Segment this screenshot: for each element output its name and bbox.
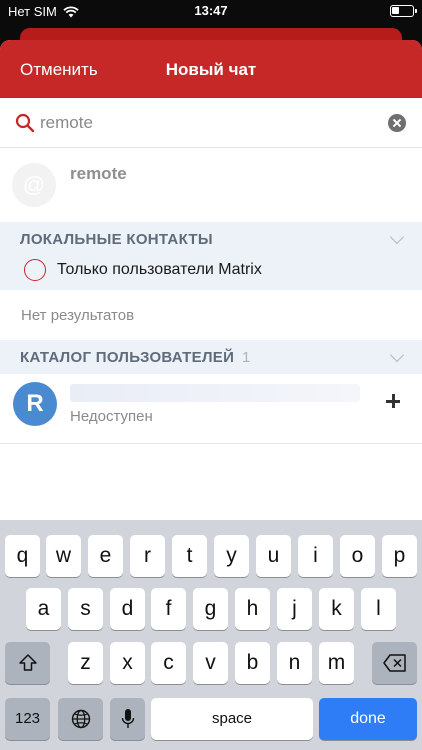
key-x[interactable]: x <box>110 642 145 684</box>
key-t[interactable]: t <box>172 535 207 577</box>
key-h[interactable]: h <box>235 588 270 630</box>
user-status: Недоступен <box>70 408 153 425</box>
new-chat-sheet: Отменить Новый чат remote @ remote ЛОКАЛ… <box>0 40 422 520</box>
matrix-users-filter[interactable]: Только пользователи Matrix <box>0 256 422 290</box>
key-m[interactable]: m <box>319 642 354 684</box>
key-d[interactable]: d <box>110 588 145 630</box>
chevron-down-icon <box>389 347 405 363</box>
key-u[interactable]: u <box>256 535 291 577</box>
key-i[interactable]: i <box>298 535 333 577</box>
suggestion-name: remote <box>70 164 127 183</box>
status-time: 13:47 <box>194 3 228 18</box>
filter-label: Только пользователи Matrix <box>57 261 262 278</box>
shift-icon <box>18 654 37 671</box>
key-r[interactable]: r <box>130 535 165 577</box>
radio-button[interactable] <box>24 259 46 281</box>
redacted-user-name <box>70 384 360 402</box>
page-title: Новый чат <box>165 60 257 79</box>
chevron-down-icon <box>389 229 405 245</box>
empty-state: Нет результатов <box>0 290 422 340</box>
key-e[interactable]: e <box>88 535 123 577</box>
keyboard-row-2: a s d f g h j k l <box>0 588 422 630</box>
status-bar: Нет SIM 13:47 <box>0 0 422 24</box>
globe-key[interactable] <box>58 698 103 740</box>
key-q[interactable]: q <box>5 535 40 577</box>
backspace-icon <box>382 654 406 672</box>
section-title: КАТАЛОГ ПОЛЬЗОВАТЕЛЕЙ <box>20 349 235 366</box>
key-j[interactable]: j <box>277 588 312 630</box>
key-a[interactable]: a <box>26 588 61 630</box>
done-key[interactable]: done <box>319 698 417 740</box>
space-key[interactable]: space <box>151 698 313 740</box>
globe-icon <box>71 709 90 729</box>
key-b[interactable]: b <box>235 642 270 684</box>
search-input[interactable]: remote <box>40 113 93 133</box>
numbers-key[interactable]: 123 <box>5 698 50 740</box>
section-title: ЛОКАЛЬНЫЕ КОНТАКТЫ <box>20 231 213 248</box>
key-k[interactable]: k <box>319 588 354 630</box>
microphone-icon <box>121 709 134 728</box>
key-o[interactable]: o <box>340 535 375 577</box>
key-c[interactable]: c <box>151 642 186 684</box>
key-f[interactable]: f <box>151 588 186 630</box>
key-l[interactable]: l <box>361 588 396 630</box>
backspace-key[interactable] <box>372 642 417 684</box>
key-w[interactable]: w <box>46 535 81 577</box>
directory-user-row[interactable]: R Недоступен <box>0 374 422 444</box>
section-count: 1 <box>242 349 251 366</box>
key-n[interactable]: n <box>277 642 312 684</box>
keyboard-row-1: q w e r t y u i o p <box>0 535 422 577</box>
matrix-id-suggestion[interactable]: @ remote <box>0 148 422 222</box>
dictation-key[interactable] <box>110 698 145 740</box>
avatar: R <box>13 382 57 426</box>
shift-key[interactable] <box>5 642 50 684</box>
key-p[interactable]: p <box>382 535 417 577</box>
empty-text: Нет результатов <box>21 307 135 324</box>
key-z[interactable]: z <box>68 642 103 684</box>
key-g[interactable]: g <box>193 588 228 630</box>
keyboard-row-4: 123 space done <box>0 698 422 740</box>
search-bar[interactable]: remote <box>0 98 422 148</box>
key-y[interactable]: y <box>214 535 249 577</box>
search-icon <box>15 113 35 133</box>
add-icon[interactable] <box>386 394 400 408</box>
navigation-bar: Отменить Новый чат <box>0 40 422 98</box>
local-contacts-header[interactable]: ЛОКАЛЬНЫЕ КОНТАКТЫ <box>0 222 422 256</box>
keyboard-row-3: z x c v b n m <box>0 642 422 684</box>
clear-search-icon[interactable] <box>388 114 406 132</box>
battery-icon <box>390 5 417 17</box>
key-s[interactable]: s <box>68 588 103 630</box>
key-v[interactable]: v <box>193 642 228 684</box>
keyboard: q w e r t y u i o p a s d f g h j k l z … <box>0 520 422 750</box>
user-directory-header[interactable]: КАТАЛОГ ПОЛЬЗОВАТЕЛЕЙ 1 <box>0 340 422 374</box>
at-sign-icon: @ <box>12 163 56 207</box>
